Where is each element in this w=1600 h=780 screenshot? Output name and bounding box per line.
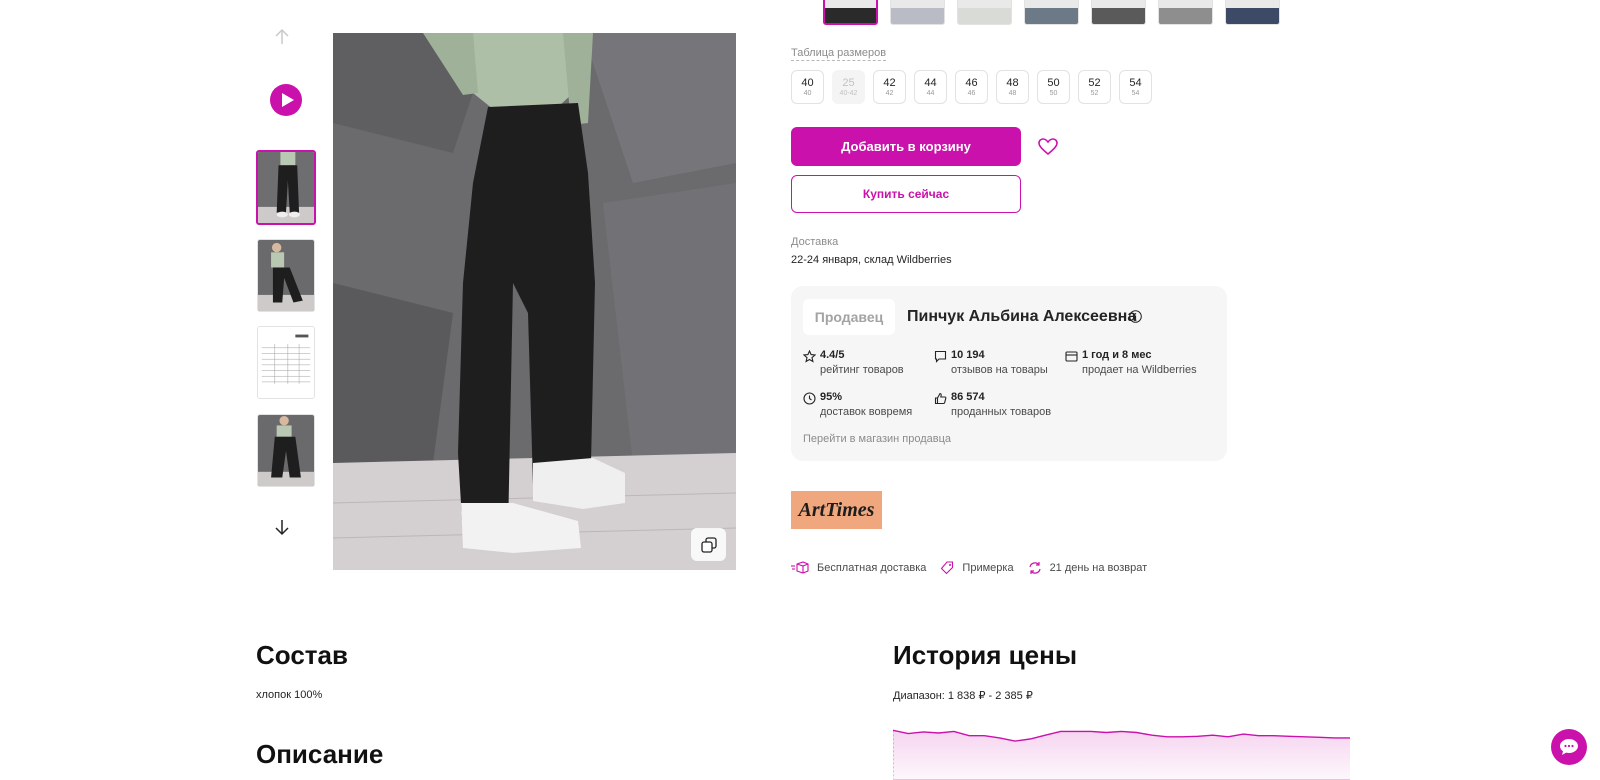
play-icon [281, 93, 294, 107]
delivery-label: Доставка [791, 236, 839, 248]
size-option-46[interactable]: 46 46 [955, 70, 988, 104]
color-variant-6[interactable] [1158, 0, 1213, 25]
composition-value: хлопок 100% [256, 689, 323, 701]
info-icon[interactable] [1129, 310, 1142, 328]
stat-value: 95% [820, 391, 843, 403]
size-option-25[interactable]: 25 40-42 [832, 70, 865, 104]
size-value: 25 [842, 76, 855, 89]
size-ru-value: 44 [926, 89, 935, 97]
tag-icon [941, 561, 954, 575]
composition-title: Состав [256, 640, 348, 670]
size-value: 46 [965, 76, 978, 89]
size-value: 52 [1088, 76, 1101, 89]
color-variant-2[interactable] [890, 0, 945, 25]
size-option-42[interactable]: 42 42 [873, 70, 906, 104]
size-ru-value: 54 [1131, 89, 1140, 97]
star-icon [803, 350, 816, 363]
seller-name[interactable]: Пинчук Альбина Алексеевна [907, 308, 1136, 326]
delivery-box-icon [791, 561, 809, 574]
feature-list: Бесплатная доставка Примерка 21 день на … [791, 561, 1161, 575]
size-ru-value: 48 [1008, 89, 1017, 97]
feature-free-delivery: Бесплатная доставка [791, 561, 926, 575]
copy-icon [700, 536, 717, 553]
buy-now-button[interactable]: Купить сейчас [791, 175, 1021, 213]
chat-button[interactable] [1551, 729, 1587, 765]
stat-value: 1 год и 8 мес [1082, 349, 1152, 361]
size-option-50[interactable]: 50 50 [1037, 70, 1070, 104]
size-value: 48 [1006, 76, 1019, 89]
feature-try-on: Примерка [940, 561, 1014, 575]
return-icon [1028, 562, 1041, 574]
size-option-54[interactable]: 54 54 [1119, 70, 1152, 104]
color-variant-7[interactable] [1225, 0, 1280, 25]
feature-label: Примерка [962, 562, 1014, 574]
stat-label: доставок вовремя [820, 406, 913, 418]
color-variant-list [823, 0, 1280, 25]
feature-label: Бесплатная доставка [817, 562, 927, 574]
size-option-40[interactable]: 40 40 [791, 70, 824, 104]
size-value: 42 [883, 76, 896, 89]
size-option-52[interactable]: 52 52 [1078, 70, 1111, 104]
stat-label: проданных товаров [951, 406, 1052, 418]
size-value: 40 [801, 76, 814, 89]
color-variant-3[interactable] [957, 0, 1012, 25]
price-history-title: История цены [893, 640, 1078, 670]
feature-return: 21 день на возврат [1028, 561, 1148, 575]
chat-icon [1560, 739, 1578, 755]
stat-value: 4.4/5 [820, 349, 845, 361]
stat-label: отзывов на товары [951, 364, 1048, 376]
size-ru-value: 50 [1049, 89, 1058, 97]
brand-logo[interactable]: ArtTimes [791, 491, 882, 529]
seller-store-link[interactable]: Перейти в магазин продавца [803, 433, 951, 445]
price-area [893, 730, 1350, 780]
stat-value: 10 194 [951, 349, 985, 361]
size-value: 54 [1129, 76, 1142, 89]
size-ru-value: 42 [885, 89, 894, 97]
delivery-value: 22-24 января, склад Wildberries [791, 254, 952, 266]
size-option-44[interactable]: 44 44 [914, 70, 947, 104]
size-selector: 40 40 25 40-42 42 42 44 44 46 46 48 48 50 50 52 52 54 54 [791, 70, 1152, 104]
comment-icon [934, 350, 947, 363]
size-value: 44 [924, 76, 937, 89]
thumbs-up-icon [934, 392, 947, 405]
color-variant-5[interactable] [1091, 0, 1146, 25]
description-title: Описание [256, 739, 384, 769]
size-ru-value: 52 [1090, 89, 1099, 97]
price-range: Диапазон: 1 838 ₽ - 2 385 ₽ [893, 690, 1033, 702]
thumbnail-1[interactable] [256, 150, 316, 225]
stat-label: продает на Wildberries [1082, 364, 1197, 376]
stat-label: рейтинг товаров [820, 364, 904, 376]
size-ru-value: 40-42 [839, 89, 858, 97]
clock-icon [803, 392, 816, 405]
size-option-48[interactable]: 48 48 [996, 70, 1029, 104]
play-video-button[interactable] [270, 84, 302, 116]
add-to-cart-button[interactable]: Добавить в корзину [791, 127, 1021, 166]
color-variant-1[interactable] [823, 0, 878, 25]
favorite-button[interactable] [1037, 136, 1059, 158]
feature-label: 21 день на возврат [1049, 562, 1148, 574]
copy-image-button[interactable] [691, 528, 726, 561]
store-icon [1065, 351, 1078, 362]
size-table-link[interactable]: Таблица размеров [791, 47, 887, 61]
seller-card: Продавец Пинчук Альбина Алексеевна 4.4/5… [791, 286, 1227, 461]
arrow-down-icon[interactable] [274, 518, 290, 541]
heart-icon [1038, 138, 1058, 156]
size-ru-value: 40 [803, 89, 812, 97]
thumbnail-2[interactable] [257, 239, 315, 312]
thumbnail-4[interactable] [257, 414, 315, 487]
main-product-image[interactable] [333, 33, 736, 570]
stat-value: 86 574 [951, 391, 985, 403]
color-variant-4[interactable] [1024, 0, 1079, 25]
seller-tag: Продавец [803, 299, 895, 335]
price-history-chart[interactable] [893, 724, 1350, 780]
arrow-up-icon[interactable] [274, 28, 290, 51]
size-ru-value: 46 [967, 89, 976, 97]
thumbnail-size-chart[interactable] [257, 326, 315, 399]
size-value: 50 [1047, 76, 1060, 89]
